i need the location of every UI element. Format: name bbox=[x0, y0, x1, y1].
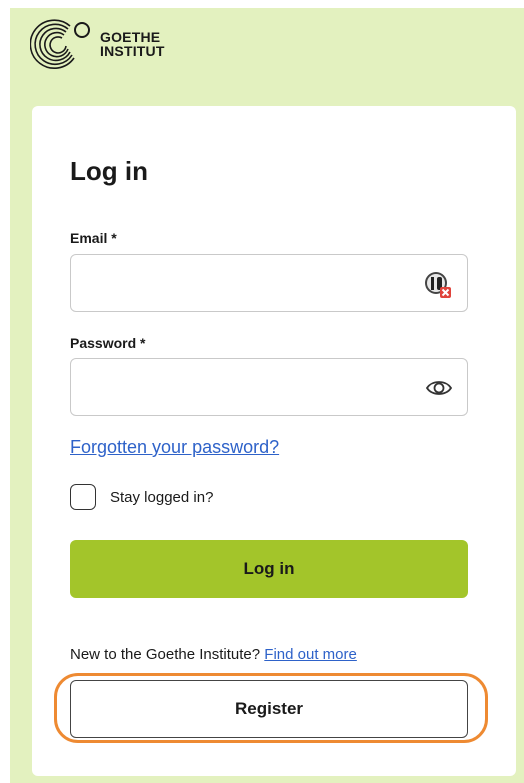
password-field[interactable] bbox=[71, 359, 439, 415]
email-field-container bbox=[70, 254, 468, 312]
password-label: Password * bbox=[70, 335, 146, 351]
stay-logged-in-row: Stay logged in? bbox=[70, 484, 213, 510]
find-out-more-link[interactable]: Find out more bbox=[264, 646, 357, 663]
logo-line2: INSTITUT bbox=[100, 43, 165, 59]
forgot-password-link[interactable]: Forgotten your password? bbox=[70, 437, 279, 458]
new-user-prompt-text: New to the Goethe Institute? bbox=[70, 646, 261, 663]
goethe-logo-icon bbox=[30, 19, 90, 69]
login-button[interactable]: Log in bbox=[70, 540, 468, 598]
email-field[interactable] bbox=[71, 255, 439, 311]
stay-logged-in-label[interactable]: Stay logged in? bbox=[110, 489, 213, 506]
password-field-container bbox=[70, 358, 468, 416]
goethe-logo[interactable]: GOETHE INSTITUT bbox=[30, 14, 165, 74]
stay-logged-in-checkbox[interactable] bbox=[70, 484, 96, 510]
page-title: Log in bbox=[70, 156, 148, 186]
email-label: Email * bbox=[70, 230, 117, 246]
register-button[interactable]: Register bbox=[70, 680, 468, 738]
page-background: GOETHE INSTITUT Log in Email * Password … bbox=[10, 8, 524, 783]
login-card: Log in Email * Password * Forgotten your… bbox=[32, 106, 516, 776]
show-password-eye-icon[interactable] bbox=[425, 374, 453, 407]
logo-text: GOETHE INSTITUT bbox=[100, 30, 165, 58]
new-user-prompt: New to the Goethe Institute? Find out mo… bbox=[70, 646, 357, 663]
logo-line1: GOETHE bbox=[100, 29, 161, 45]
password-manager-icon[interactable] bbox=[423, 270, 453, 305]
